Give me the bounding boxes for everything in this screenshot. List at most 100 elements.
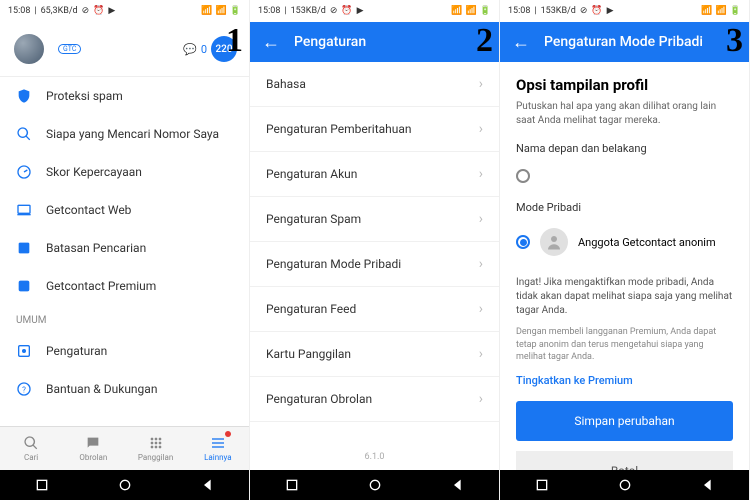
upgrade-premium-link[interactable]: Tingkatkan ke Premium — [516, 374, 733, 387]
back-button[interactable] — [200, 477, 216, 493]
menu-trust-score[interactable]: Skor Kepercayaan — [0, 153, 249, 191]
home-button[interactable] — [367, 477, 383, 493]
cancel-button[interactable]: Batal — [516, 451, 733, 470]
settings-spam[interactable]: Pengaturan Spam› — [250, 197, 499, 242]
status-play-icon: ▶ — [108, 6, 115, 16]
status-play-icon: ▶ — [357, 6, 364, 16]
menu-who-searched[interactable]: Siapa yang Mencari Nomor Saya — [0, 115, 249, 153]
chevron-right-icon: › — [479, 256, 483, 272]
screen-2-settings: 2 15:08 | 153KB/d ⊘ ⏰ ▶ 📶 📶 🔋 ← Pengatur… — [250, 0, 500, 500]
warning-note: Ingat! Jika mengaktifkan mode pribadi, A… — [516, 276, 733, 318]
recent-apps-button[interactable] — [34, 477, 50, 493]
status-bar: 15:08 | 153KB/d ⊘ ⏰ ▶ 📶 📶 🔋 — [500, 0, 749, 22]
status-alarm-icon: ⏰ — [93, 6, 104, 16]
home-button[interactable] — [617, 477, 633, 493]
status-dnd-icon: ⊘ — [82, 6, 90, 16]
status-net: 65,3KB/d — [41, 6, 78, 16]
version-label: 6.1.0 — [250, 444, 499, 470]
settings-account[interactable]: Pengaturan Akun › — [250, 152, 499, 197]
settings-private-mode[interactable]: Pengaturan Mode Pribadi › — [250, 242, 499, 287]
status-wifi-icon: 📶 — [466, 6, 477, 16]
menu-premium[interactable]: Getcontact Premium — [0, 267, 249, 305]
status-time: 15:08 — [8, 6, 30, 16]
block-icon — [16, 240, 32, 256]
app-header: ← Pengaturan Mode Pribadi — [500, 22, 749, 62]
laptop-icon — [16, 202, 32, 218]
option-2-label: Mode Pribadi — [516, 201, 733, 214]
system-nav — [0, 470, 249, 500]
chevron-right-icon: › — [479, 391, 483, 407]
notification-dot-icon — [225, 431, 231, 437]
nav-chat[interactable]: Obrolan — [62, 427, 124, 470]
settings-call-card[interactable]: Kartu Panggilan › — [250, 332, 499, 377]
chevron-right-icon: › — [479, 166, 483, 182]
status-bar: 15:08 | 65,3KB/d ⊘ ⏰ ▶ 📶 📶 🔋 — [0, 0, 249, 22]
search-icon — [23, 435, 39, 451]
help-icon: ? — [16, 381, 32, 397]
header-title: Pengaturan — [294, 34, 366, 50]
status-alarm-icon: ⏰ — [591, 6, 602, 16]
menu-getcontact-web[interactable]: Getcontact Web — [0, 191, 249, 229]
settings-label: Kartu Panggilan — [266, 347, 351, 361]
settings-label: Pengaturan Akun — [266, 167, 357, 181]
option-private-row[interactable]: Anggota Getcontact anonim — [516, 220, 733, 264]
menu-spam-protection[interactable]: Proteksi spam — [0, 77, 249, 115]
section-general: UMUM — [0, 305, 249, 332]
status-dnd-icon: ⊘ — [580, 6, 588, 16]
screen-3-private-mode: 3 15:08 | 153KB/d ⊘ ⏰ ▶ 📶 📶 🔋 ← Pengatur… — [500, 0, 750, 500]
premium-icon — [16, 278, 32, 294]
settings-chat[interactable]: Pengaturan Obrolan › — [250, 377, 499, 422]
settings-notifications[interactable]: Pengaturan Pemberitahuan› — [250, 107, 499, 152]
app-header: ← Pengaturan — [250, 22, 499, 62]
back-arrow-icon[interactable]: ← — [512, 32, 530, 53]
premium-note: Dengan membeli langganan Premium, Anda d… — [516, 326, 733, 364]
profile-row[interactable]: GTC 💬0 220 — [0, 22, 249, 76]
status-battery-icon: 🔋 — [730, 6, 741, 16]
shield-icon — [16, 88, 32, 104]
status-signal-icon: 📶 — [451, 6, 462, 16]
status-bar: 15:08 | 153KB/d ⊘ ⏰ ▶ 📶 📶 🔋 — [250, 0, 499, 22]
status-play-icon: ▶ — [607, 6, 614, 16]
menu-icon — [210, 435, 226, 451]
settings-label: Bahasa — [266, 77, 306, 91]
save-button[interactable]: Simpan perubahan — [516, 401, 733, 441]
menu-label: Siapa yang Mencari Nomor Saya — [46, 127, 219, 141]
status-battery-icon: 🔋 — [480, 6, 491, 16]
radio-checked-icon[interactable] — [516, 235, 530, 249]
settings-language[interactable]: Bahasa › — [250, 62, 499, 107]
status-alarm-icon: ⏰ — [341, 6, 352, 16]
status-wifi-icon: 📶 — [216, 6, 227, 16]
bottom-nav: Cari Obrolan Panggilan Lainnya — [0, 426, 249, 470]
nav-search[interactable]: Cari — [0, 427, 62, 470]
home-button[interactable] — [117, 477, 133, 493]
settings-label: Pengaturan Obrolan — [266, 392, 372, 406]
back-arrow-icon[interactable]: ← — [262, 32, 280, 53]
chevron-right-icon: › — [479, 121, 483, 137]
nav-calls[interactable]: Panggilan — [125, 427, 187, 470]
nav-more[interactable]: Lainnya — [187, 427, 249, 470]
menu-search-limit[interactable]: Batasan Pencarian — [0, 229, 249, 267]
chevron-right-icon: › — [479, 346, 483, 362]
menu-label: Batasan Pencarian — [46, 241, 146, 255]
chevron-right-icon: › — [479, 301, 483, 317]
step-number-2: 2 — [476, 22, 493, 60]
recent-apps-button[interactable] — [534, 477, 550, 493]
header-title: Pengaturan Mode Pribadi — [544, 34, 703, 50]
panel-heading: Opsi tampilan profil — [516, 76, 733, 94]
nav-label: Cari — [24, 453, 38, 462]
anon-avatar-icon — [540, 228, 568, 256]
chat-count: 0 — [201, 43, 207, 56]
menu-help[interactable]: ? Bantuan & Dukungan — [0, 370, 249, 408]
menu-settings[interactable]: Pengaturan — [0, 332, 249, 370]
back-button[interactable] — [700, 477, 716, 493]
status-dnd-icon: ⊘ — [330, 6, 338, 16]
settings-label: Pengaturan Feed — [266, 302, 356, 316]
recent-apps-button[interactable] — [284, 477, 300, 493]
chevron-right-icon: › — [479, 76, 483, 92]
option-name-row[interactable] — [516, 161, 733, 191]
back-button[interactable] — [450, 477, 466, 493]
settings-feed[interactable]: Pengaturan Feed › — [250, 287, 499, 332]
settings-label: Pengaturan Mode Pribadi — [266, 257, 401, 271]
status-battery-icon: 🔋 — [230, 6, 241, 16]
radio-unchecked-icon[interactable] — [516, 169, 530, 183]
